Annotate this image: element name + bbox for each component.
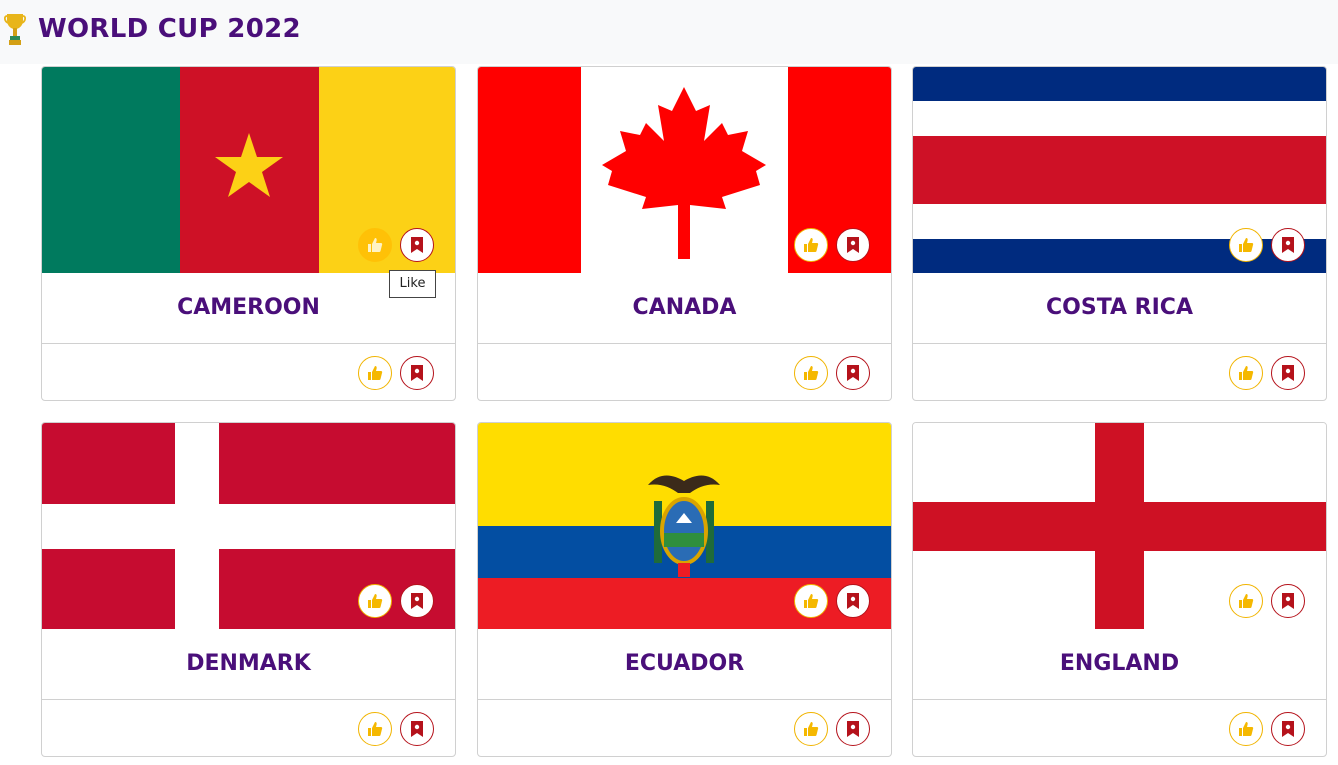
save-button[interactable] — [1271, 712, 1305, 746]
team-card: COSTA RICA — [912, 66, 1327, 401]
bookmark-icon — [410, 593, 424, 609]
card-footer — [913, 343, 1326, 400]
team-name: COSTA RICA — [1046, 295, 1193, 320]
thumbs-up-icon — [802, 720, 820, 738]
thumbs-up-icon — [1237, 592, 1255, 610]
thumbs-up-icon — [366, 236, 384, 254]
thumbs-up-icon — [1237, 720, 1255, 738]
thumbs-up-icon — [802, 592, 820, 610]
bookmark-icon — [846, 593, 860, 609]
cameroon-flag — [42, 67, 455, 273]
team-card: DENMARK — [41, 422, 456, 757]
save-button[interactable] — [836, 228, 870, 262]
england-flag — [913, 423, 1326, 629]
ecuador-flag — [478, 423, 891, 629]
team-card: CANADA — [477, 66, 892, 401]
save-button[interactable] — [1271, 228, 1305, 262]
team-card: ECUADOR — [477, 422, 892, 757]
thumbs-up-icon — [802, 364, 820, 382]
like-button[interactable] — [358, 228, 392, 262]
team-card: ENGLAND — [912, 422, 1327, 757]
denmark-flag — [42, 423, 455, 629]
bookmark-icon — [1281, 237, 1295, 253]
bookmark-icon — [1281, 721, 1295, 737]
like-button[interactable] — [794, 584, 828, 618]
save-button[interactable] — [1271, 584, 1305, 618]
bookmark-icon — [846, 721, 860, 737]
like-button[interactable] — [1229, 356, 1263, 390]
navbar: WORLD CUP 2022 — [0, 0, 1338, 64]
team-name: ECUADOR — [624, 651, 745, 676]
like-button[interactable] — [358, 712, 392, 746]
save-button[interactable] — [836, 356, 870, 390]
save-button[interactable] — [400, 356, 434, 390]
like-button[interactable] — [794, 228, 828, 262]
thumbs-up-icon — [366, 720, 384, 738]
like-button[interactable] — [358, 584, 392, 618]
thumbs-up-icon — [1237, 364, 1255, 382]
costa-rica-flag — [913, 67, 1326, 273]
thumbs-up-icon — [1237, 236, 1255, 254]
card-footer — [478, 699, 891, 756]
card-footer — [913, 699, 1326, 756]
brand[interactable]: WORLD CUP 2022 — [4, 12, 301, 46]
thumbs-up-icon — [802, 236, 820, 254]
card-footer — [478, 343, 891, 400]
thumbs-up-icon — [366, 364, 384, 382]
team-name: ENGLAND — [1059, 651, 1180, 676]
like-button[interactable] — [1229, 228, 1263, 262]
save-button[interactable] — [400, 712, 434, 746]
card-footer — [42, 343, 455, 400]
like-button[interactable] — [794, 712, 828, 746]
bookmark-icon — [410, 237, 424, 253]
like-button[interactable] — [358, 356, 392, 390]
bookmark-icon — [1281, 593, 1295, 609]
team-name: CANADA — [632, 295, 737, 320]
card-footer — [42, 699, 455, 756]
team-card: CAMEROON — [41, 66, 456, 401]
app-title: WORLD CUP 2022 — [38, 14, 301, 44]
like-button[interactable] — [1229, 584, 1263, 618]
like-button[interactable] — [1229, 712, 1263, 746]
like-tooltip: Like — [389, 270, 436, 298]
save-button[interactable] — [836, 712, 870, 746]
like-button[interactable] — [794, 356, 828, 390]
save-button[interactable] — [400, 584, 434, 618]
bookmark-icon — [410, 365, 424, 381]
bookmark-icon — [846, 365, 860, 381]
save-button[interactable] — [836, 584, 870, 618]
save-button[interactable] — [1271, 356, 1305, 390]
trophy-icon — [4, 12, 26, 46]
save-button[interactable] — [400, 228, 434, 262]
canada-flag — [478, 67, 891, 273]
bookmark-icon — [846, 237, 860, 253]
team-name: DENMARK — [186, 651, 311, 676]
bookmark-icon — [410, 721, 424, 737]
bookmark-icon — [1281, 365, 1295, 381]
thumbs-up-icon — [366, 592, 384, 610]
